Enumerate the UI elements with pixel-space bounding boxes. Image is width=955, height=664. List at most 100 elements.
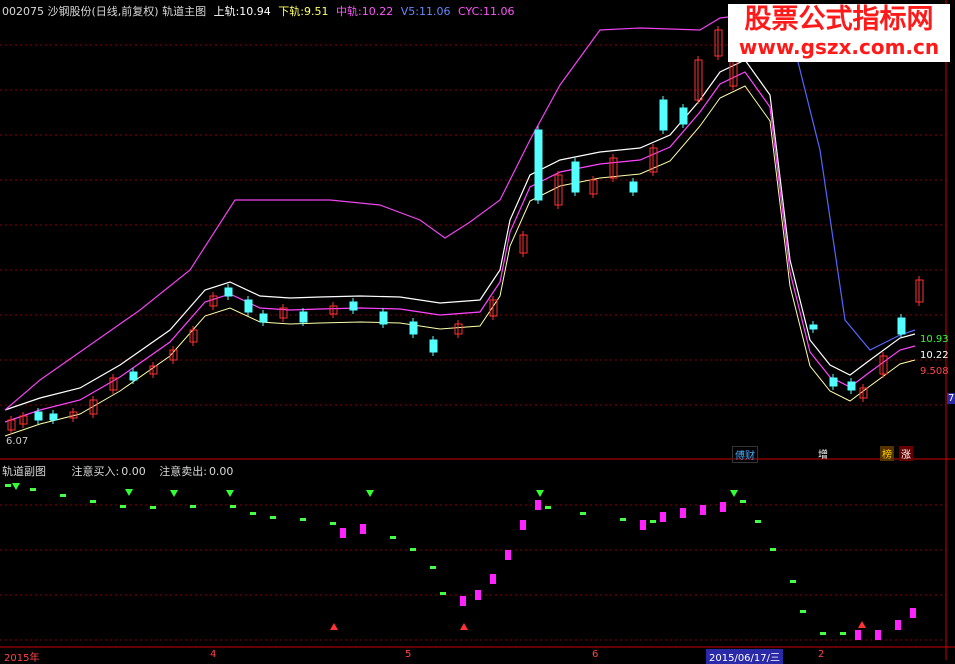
oscillator-fast-segment	[840, 632, 846, 635]
oscillator-fast-segment	[230, 505, 236, 508]
edge-price-tag: 7	[947, 393, 955, 404]
stock-title: 002075 沙钢股份(日线,前复权) 轨道主图	[2, 5, 207, 18]
oscillator-fast-segment	[740, 500, 746, 503]
oscillator-signal-segment	[360, 524, 366, 534]
main-chart[interactable]	[0, 0, 955, 660]
price-candle	[679, 107, 688, 125]
price-candle	[847, 381, 856, 391]
oscillator-signal-segment	[895, 620, 901, 630]
oscillator-signal-segment	[340, 528, 346, 538]
green-down-arrow-icon	[12, 483, 20, 490]
oscillator-fast-segment	[770, 548, 776, 551]
oscillator-signal-segment	[720, 502, 726, 512]
mid-band-label: 中轨:	[336, 5, 362, 18]
oscillator-fast-segment	[410, 548, 416, 551]
price-candle	[897, 317, 906, 335]
lower-band-value: 9.51	[304, 5, 329, 18]
oscillator-signal-segment	[505, 550, 511, 560]
sub-chart-title: 轨道副图	[2, 465, 46, 478]
oscillator-fast-segment	[330, 522, 336, 525]
buy-alert-label: 注意买入:	[71, 465, 120, 478]
price-candle	[571, 161, 580, 193]
upper-band-label: 上轨:	[213, 5, 240, 18]
oscillator-signal-segment	[490, 574, 496, 584]
oscillator-signal-segment	[680, 508, 686, 518]
oscillator-fast-segment	[580, 512, 586, 515]
oscillator-fast-segment	[800, 610, 806, 613]
oscillator-signal-segment	[700, 505, 706, 515]
green-down-arrow-icon	[226, 490, 234, 497]
oscillator-fast-segment	[430, 566, 436, 569]
price-candle	[429, 339, 438, 353]
sub-header: 轨道副图 注意买入: 0.00 注意卖出: 0.00	[2, 463, 237, 479]
price-candle	[829, 377, 838, 387]
price-candle	[129, 371, 138, 381]
red-up-arrow-icon	[858, 621, 866, 628]
oscillator-fast-segment	[390, 536, 396, 539]
oscillator-signal-segment	[855, 630, 861, 640]
price-candle	[259, 313, 268, 323]
mid-band-line	[4, 71, 916, 423]
watermark-url: www.gszx.com.cn	[738, 35, 940, 59]
oscillator-signal-segment	[660, 512, 666, 522]
upper-band-value: 10.94	[239, 5, 271, 18]
green-down-arrow-icon	[366, 490, 374, 497]
green-down-arrow-icon	[536, 490, 544, 497]
v5-line	[789, 29, 916, 351]
oscillator-fast-segment	[60, 494, 66, 497]
x-axis-label: 5	[405, 649, 412, 660]
price-candle	[409, 321, 418, 335]
v5-value: 11.06	[418, 5, 451, 18]
oscillator-fast-segment	[650, 520, 656, 523]
oscillator-signal-segment	[875, 630, 881, 640]
upper-band-line	[4, 59, 916, 411]
oscillator-fast-segment	[620, 518, 626, 521]
cursor-date-box: 2015/06/17/三	[706, 649, 784, 664]
oscillator-fast-segment	[150, 506, 156, 509]
oscillator-fast-segment	[5, 484, 11, 487]
oscillator-signal-segment	[460, 596, 466, 606]
red-up-arrow-icon	[460, 623, 468, 630]
upper-band-price-label: 10.93	[920, 334, 949, 345]
oscillator-fast-segment	[545, 506, 551, 509]
cyc-value: 11.06	[482, 5, 515, 18]
oscillator-signal-segment	[475, 590, 481, 600]
price-candle	[224, 287, 233, 297]
watermark-title: 股票公式指标网	[744, 4, 934, 35]
sell-alert-label: 注意卖出:	[159, 465, 207, 478]
watermark-logo: 股票公式指标网 www.gszx.com.cn	[728, 4, 950, 62]
oscillator-fast-segment	[270, 516, 276, 519]
x-axis-label: 2	[818, 649, 825, 660]
price-candle	[299, 311, 308, 323]
x-axis-label: 6	[592, 649, 599, 660]
price-candle	[349, 301, 358, 311]
x-axis-label: 4	[210, 649, 217, 660]
price-candle	[379, 311, 388, 325]
cyc-line	[4, 14, 746, 411]
event-badge[interactable]: 傅财	[732, 446, 758, 463]
event-badge[interactable]: 增	[816, 446, 830, 461]
oscillator-signal-segment	[640, 520, 646, 530]
v5-label: V5:	[400, 5, 419, 18]
oscillator-signal-segment	[910, 608, 916, 618]
price-candle	[534, 129, 543, 201]
green-down-arrow-icon	[730, 490, 738, 497]
event-badge[interactable]: 涨	[899, 446, 913, 461]
oscillator-signal-segment	[520, 520, 526, 530]
mid-band-price-label: 10.22	[920, 350, 949, 361]
lower-band-price-label: 9.508	[920, 366, 949, 377]
oscillator-fast-segment	[190, 505, 196, 508]
oscillator-fast-segment	[440, 592, 446, 595]
low-price-marker: 6.07	[6, 436, 29, 447]
green-down-arrow-icon	[170, 490, 178, 497]
green-down-arrow-icon	[125, 489, 133, 496]
stock-chart-window[interactable]: 002075 沙钢股份(日线,前复权) 轨道主图 上轨:10.94 下轨:9.5…	[0, 0, 955, 664]
price-candle	[49, 413, 58, 421]
cyc-label: CYC:	[457, 5, 483, 18]
red-up-arrow-icon	[330, 623, 338, 630]
price-candle	[629, 181, 638, 193]
oscillator-fast-segment	[120, 505, 126, 508]
oscillator-fast-segment	[30, 488, 36, 491]
price-candle	[809, 324, 818, 330]
event-badge[interactable]: 榜	[880, 446, 894, 461]
